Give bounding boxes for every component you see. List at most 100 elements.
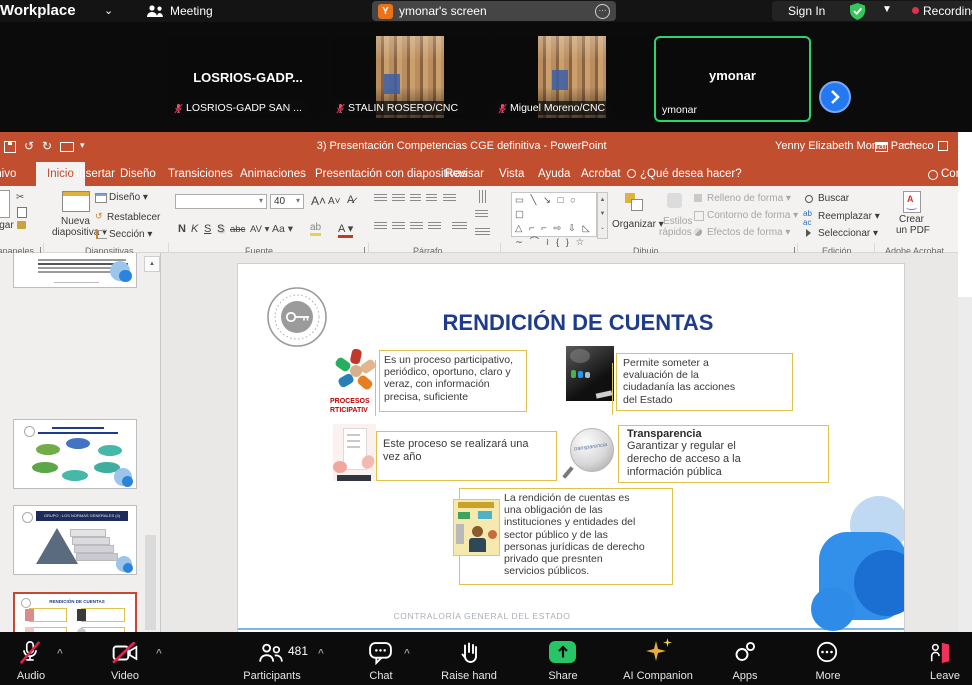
- font-name-combo[interactable]: ▾: [175, 194, 267, 209]
- text-shadow-button[interactable]: S: [217, 223, 224, 235]
- ai-companion-icon[interactable]: [646, 641, 666, 661]
- shape-effects-button[interactable]: Efectos de forma ▾: [707, 227, 790, 238]
- shapes-row2[interactable]: △ ⌐ ⌐ ⇨ ⇩ ◺: [515, 222, 593, 236]
- char-spacing-button[interactable]: AV ▾: [250, 224, 269, 235]
- text-direction-icon[interactable]: [477, 190, 486, 203]
- right-scrollbar-track[interactable]: [958, 297, 972, 632]
- select-button[interactable]: Seleccionar ▾: [818, 228, 878, 239]
- qat-customize-icon[interactable]: ▾: [80, 140, 85, 151]
- more-button[interactable]: [816, 641, 838, 668]
- slide-thumbnail-1[interactable]: [13, 253, 137, 288]
- bold-button[interactable]: N: [178, 223, 186, 235]
- align-right-icon[interactable]: [410, 222, 423, 231]
- tab-ayuda[interactable]: Ayuda: [538, 162, 570, 186]
- audio-options-chevron[interactable]: ^: [57, 648, 63, 659]
- shapes-row3[interactable]: ∼ ⌒ ≀ { } ☆: [515, 236, 593, 250]
- participants-button[interactable]: [258, 642, 284, 669]
- underline-button[interactable]: S: [204, 223, 211, 235]
- recording-label[interactable]: Recording: [923, 0, 972, 22]
- video-tile[interactable]: Miguel Moreno/CNC: [492, 36, 652, 118]
- layout-button[interactable]: Diseño ▾: [109, 192, 148, 203]
- tab-transiciones[interactable]: Transiciones: [168, 162, 233, 186]
- slide-thumbnail-2[interactable]: [13, 419, 137, 489]
- tab-archivo[interactable]: Archivo: [0, 162, 16, 186]
- align-center-icon[interactable]: [392, 222, 405, 231]
- numbering-icon[interactable]: [392, 194, 405, 203]
- cut-icon[interactable]: ✂: [16, 192, 24, 203]
- bullets-icon[interactable]: [374, 194, 387, 203]
- save-icon[interactable]: [4, 141, 16, 153]
- strikethrough-button[interactable]: abc: [230, 224, 245, 235]
- scrollbar-thumb[interactable]: [145, 535, 156, 630]
- dropdown-arrow-icon[interactable]: ▼: [882, 4, 892, 15]
- raise-hand-button[interactable]: [458, 640, 480, 670]
- leave-button[interactable]: [928, 640, 952, 669]
- paste-button[interactable]: Pegar: [0, 220, 14, 231]
- slide-textbox-proceso[interactable]: Es un proceso participativo, periódico, …: [379, 350, 527, 412]
- increase-font-icon[interactable]: A˄: [311, 194, 326, 208]
- next-participants-button[interactable]: [819, 81, 851, 113]
- outdent-icon[interactable]: [410, 194, 421, 203]
- shield-check-icon[interactable]: [850, 3, 865, 20]
- shapes-row1[interactable]: ▭ ╲ ↘ □ ○ ▢: [515, 194, 593, 222]
- shape-outline-button[interactable]: Contorno de forma ▾: [707, 210, 798, 221]
- video-tile[interactable]: STALIN ROSERO/CNC: [330, 36, 490, 118]
- format-painter-icon[interactable]: [17, 221, 26, 229]
- tell-me-box[interactable]: ¿Qué desea hacer?: [640, 162, 742, 186]
- slide-textbox-transparencia[interactable]: Transparencia Garantizar y regular el de…: [618, 425, 829, 483]
- tab-diseno[interactable]: Diseño: [120, 162, 156, 186]
- slideshow-icon[interactable]: [60, 142, 74, 152]
- slide-textbox-proceso-anual[interactable]: Este proceso se realizará una vez año: [376, 431, 557, 481]
- redo-icon[interactable]: ↻: [42, 139, 52, 153]
- slide-canvas[interactable]: RENDICIÓN DE CUENTAS PROCESOSRTICIPATIV …: [237, 263, 905, 632]
- audio-button[interactable]: [18, 640, 42, 671]
- share-button[interactable]: [549, 641, 576, 663]
- right-scrollbar[interactable]: [958, 132, 972, 297]
- tab-insertar[interactable]: Insertar: [76, 162, 115, 186]
- change-case-button[interactable]: Aa ▾: [272, 223, 293, 235]
- align-left-icon[interactable]: [374, 222, 387, 231]
- font-color-button[interactable]: A ▾: [338, 222, 353, 238]
- tab-revisar[interactable]: Revisar: [445, 162, 484, 186]
- participants-options-chevron[interactable]: ^: [318, 648, 324, 659]
- quick-styles-button[interactable]: Estilos: [663, 216, 692, 227]
- reactions-icon[interactable]: ⋯: [595, 4, 610, 19]
- chat-options-chevron[interactable]: ^: [404, 648, 410, 659]
- chevron-down-icon[interactable]: ⌄: [104, 0, 113, 22]
- justify-icon[interactable]: [428, 222, 441, 231]
- columns-icon[interactable]: [452, 222, 467, 231]
- italic-button[interactable]: K: [191, 223, 198, 235]
- create-pdf-button[interactable]: Crear: [899, 214, 924, 225]
- smartart-convert-icon[interactable]: [475, 228, 490, 237]
- tab-vista[interactable]: Vista: [499, 162, 524, 186]
- find-button[interactable]: Buscar: [818, 193, 849, 204]
- slide-textbox-evaluacion[interactable]: Permite someter a evaluación de la ciuda…: [616, 353, 793, 411]
- shapes-scroll-arrows[interactable]: ▲▼⌄: [597, 192, 608, 239]
- sign-in-button[interactable]: Sign In: [788, 0, 825, 22]
- line-spacing-icon[interactable]: [443, 194, 456, 203]
- copy-icon[interactable]: [17, 207, 27, 218]
- apps-button[interactable]: [733, 641, 757, 668]
- thumbnail-scrollbar[interactable]: ▲: [142, 253, 160, 632]
- meeting-tab[interactable]: Meeting: [170, 0, 213, 22]
- video-options-chevron[interactable]: ^: [156, 648, 162, 659]
- align-text-icon[interactable]: [475, 210, 488, 219]
- arrange-button[interactable]: Organizar ▾: [612, 219, 664, 230]
- new-slide-button[interactable]: Nueva: [61, 216, 90, 227]
- font-size-combo[interactable]: 40▾: [270, 194, 304, 209]
- active-speaker-tile[interactable]: ymonar ymonar: [654, 36, 811, 122]
- highlight-color-button[interactable]: ab: [310, 222, 321, 236]
- ribbon-options-icon[interactable]: [875, 142, 888, 152]
- slide-thumbnail-4-selected[interactable]: RENDICIÓN DE CUENTAS: [13, 592, 137, 632]
- decrease-font-icon[interactable]: A˅: [328, 196, 341, 207]
- tab-acrobat[interactable]: Acrobat: [581, 162, 621, 186]
- minimize-button[interactable]: —: [903, 138, 914, 150]
- indent-icon[interactable]: [426, 194, 437, 203]
- shape-fill-button[interactable]: Relleno de forma ▾: [707, 193, 791, 204]
- undo-icon[interactable]: ↺: [24, 139, 34, 153]
- reset-button[interactable]: Restablecer: [107, 212, 160, 223]
- screen-share-pill[interactable]: Y ymonar's screen ⋯: [372, 1, 616, 21]
- share-button[interactable]: Compartir: [941, 162, 958, 186]
- slide-title[interactable]: RENDICIÓN DE CUENTAS: [408, 310, 748, 336]
- create-pdf-line2[interactable]: un PDF: [896, 225, 930, 236]
